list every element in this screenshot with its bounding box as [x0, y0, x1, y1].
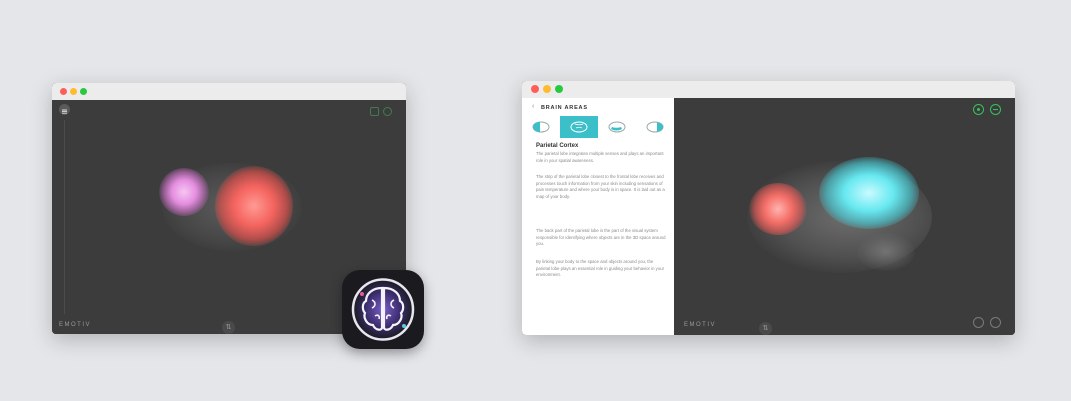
frontal-activity-glow	[749, 183, 807, 235]
tab-frontal-lobe[interactable]	[522, 116, 560, 138]
minimize-window-button[interactable]	[543, 85, 551, 93]
cerebellum-silhouette	[857, 233, 915, 271]
zoom-window-button[interactable]	[80, 88, 87, 95]
area-description-4: By linking your body to the space and ob…	[536, 259, 665, 278]
drawer-handle[interactable]: ⇅	[222, 321, 235, 334]
settings-icon[interactable]	[383, 107, 392, 116]
brand-label: EMOTIV	[684, 322, 717, 328]
settings-icon[interactable]	[990, 104, 1001, 115]
frontal-activity-glow	[159, 168, 209, 216]
record-icon[interactable]	[973, 104, 984, 115]
chevron-left-icon[interactable]: ‹	[532, 103, 534, 110]
occipital-lobe-icon	[646, 121, 664, 133]
area-title: Parietal Cortex	[536, 143, 579, 149]
brain-area-tabs	[522, 116, 674, 138]
brain-model	[739, 153, 939, 283]
brand-label: EMOTIV	[59, 322, 92, 328]
zoom-window-button[interactable]	[555, 85, 563, 93]
record-icon[interactable]	[370, 107, 379, 116]
area-description-3: The back part of the parietal lobe is th…	[536, 228, 666, 247]
parietal-lobe-icon	[570, 121, 588, 133]
parietal-activity-glow	[215, 166, 293, 246]
menu-icon[interactable]	[59, 104, 70, 115]
close-window-button[interactable]	[531, 85, 539, 93]
tab-parietal-lobe[interactable]	[560, 116, 598, 138]
left-window-titlebar	[52, 83, 406, 101]
brain-model	[157, 158, 307, 258]
right-app-window: ‹ BRAIN AREAS Parietal Cortex The pariet…	[522, 81, 1015, 335]
area-description-2: The strip of the parietal lobe closest t…	[536, 174, 665, 199]
brain-app-icon[interactable]	[342, 270, 424, 349]
area-description-1: The parietal lobe integrates multiple se…	[536, 151, 664, 163]
right-brain-viewer[interactable]: EMOTIV ⇅	[674, 98, 1015, 335]
layout-icon[interactable]	[990, 317, 1001, 328]
tab-occipital-lobe[interactable]	[636, 116, 674, 138]
temporal-lobe-icon	[608, 121, 626, 133]
brain-areas-panel: ‹ BRAIN AREAS Parietal Cortex The pariet…	[522, 98, 674, 335]
close-window-button[interactable]	[60, 88, 67, 95]
view-icon[interactable]	[973, 317, 984, 328]
frontal-lobe-icon	[532, 121, 550, 133]
drawer-handle[interactable]: ⇅	[759, 322, 772, 335]
minimize-window-button[interactable]	[70, 88, 77, 95]
side-divider	[64, 120, 65, 314]
tab-temporal-lobe[interactable]	[598, 116, 636, 138]
panel-header: BRAIN AREAS	[541, 105, 588, 111]
right-window-titlebar	[522, 81, 1015, 99]
parietal-activity-glow	[819, 157, 919, 229]
